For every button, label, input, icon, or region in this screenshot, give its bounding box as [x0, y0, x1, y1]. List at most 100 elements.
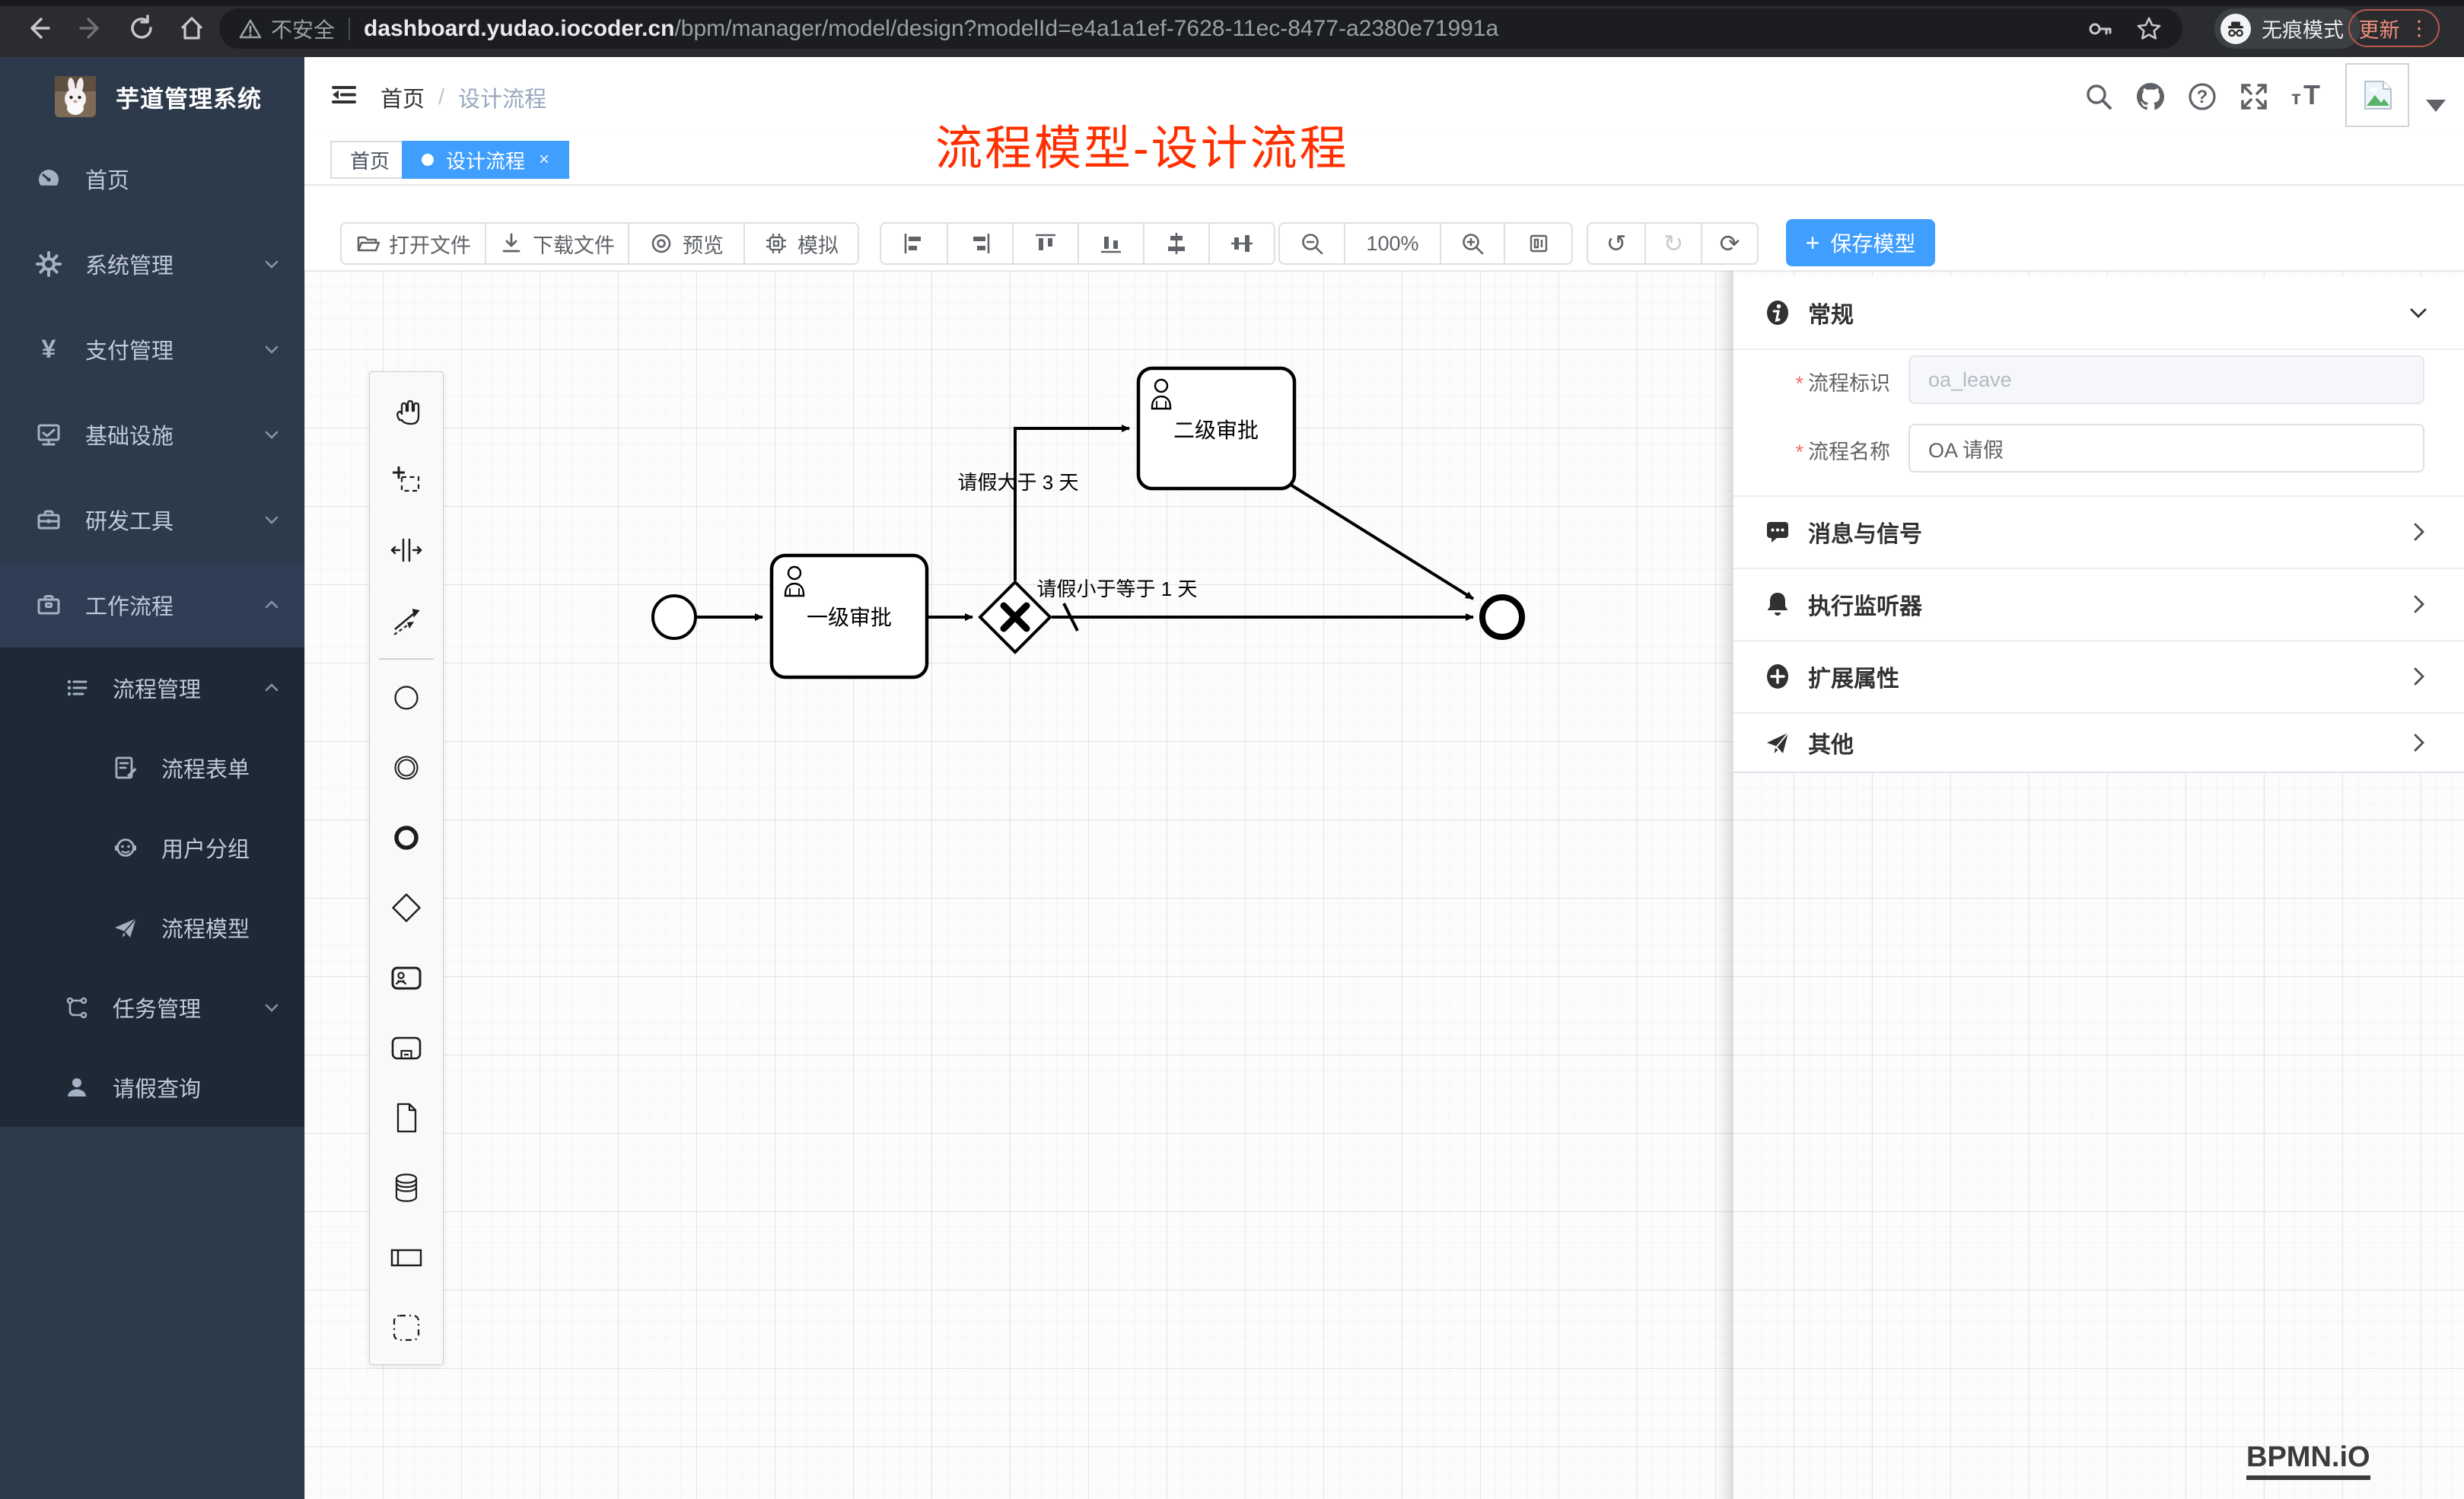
chevron-down-icon	[262, 510, 282, 530]
preview-button[interactable]: 预览	[628, 224, 743, 263]
svg-text:?: ?	[2197, 87, 2208, 107]
chevron-up-icon	[262, 678, 282, 698]
url-bar[interactable]: 不安全 dashboard.yudao.iocoder.cn/bpm/manag…	[219, 8, 2182, 49]
update-button[interactable]: 更新 ⋮	[2348, 9, 2440, 47]
zoom-level-value: 100%	[1366, 232, 1418, 256]
browser-menu-dots-icon[interactable]: ⋮	[2409, 17, 2430, 40]
breadcrumb-home[interactable]: 首页	[380, 81, 425, 113]
align-right-icon[interactable]	[947, 224, 1012, 263]
reload-icon[interactable]	[123, 10, 160, 46]
sidebar-item-process-management[interactable]: 流程管理	[0, 648, 304, 727]
zoom-in-button[interactable]	[1440, 224, 1504, 263]
caret-down-icon[interactable]	[2426, 100, 2446, 112]
zoom-level[interactable]: 100%	[1344, 224, 1440, 263]
zoom-out-button[interactable]	[1280, 224, 1344, 263]
refresh-icon: ⟳	[1720, 231, 1740, 256]
svg-text:¥: ¥	[42, 336, 56, 363]
form-icon	[113, 755, 138, 781]
user-task-level1[interactable]: 一级审批	[772, 555, 927, 677]
tags-view-bar: 首页 设计流程 ×	[304, 134, 2464, 186]
sidebar-item-user-group[interactable]: 用户分组	[0, 807, 304, 887]
sidebar-item-process-model[interactable]: 流程模型	[0, 887, 304, 967]
history-button-group: ↺ ↻ ⟳	[1587, 222, 1759, 265]
star-icon[interactable]	[2135, 15, 2163, 43]
bpmn-io-watermark[interactable]: BPMN.iO	[2246, 1441, 2370, 1480]
section-label: 执行监听器	[1808, 587, 1922, 621]
align-bottom-icon[interactable]	[1078, 224, 1143, 263]
section-other[interactable]: 其他	[1733, 712, 2464, 773]
sidebar-collapse-icon[interactable]	[327, 78, 361, 112]
file-button-group: 打开文件 下载文件 预览 模拟	[340, 222, 859, 265]
sidebar-item-label: 用户分组	[161, 832, 250, 864]
start-event[interactable]	[653, 596, 696, 638]
sidebar-item-process-form[interactable]: 流程表单	[0, 727, 304, 807]
github-icon[interactable]	[2131, 77, 2170, 116]
sidebar-item-task-management[interactable]: 任务管理	[0, 967, 304, 1047]
warning-icon	[239, 18, 262, 40]
forward-icon[interactable]	[73, 10, 110, 46]
align-center-horizontal-icon[interactable]	[1143, 224, 1208, 263]
key-icon[interactable]	[2087, 16, 2112, 42]
process-key-input[interactable]	[1908, 355, 2424, 404]
tag-tab-home[interactable]: 首页	[330, 141, 409, 179]
flow-label-gt3[interactable]: 请假大于 3 天	[958, 471, 1079, 494]
simulate-button[interactable]: 模拟	[743, 224, 858, 263]
security-label[interactable]: 不安全	[271, 14, 335, 44]
flow-gateway-to-task2[interactable]	[1015, 428, 1129, 581]
fullscreen-icon[interactable]	[2234, 77, 2274, 116]
chevron-right-icon	[2408, 665, 2431, 688]
process-name-input[interactable]	[1908, 424, 2424, 473]
flow-label-le1[interactable]: 请假小于等于 1 天	[1037, 578, 1198, 600]
home-icon[interactable]	[173, 10, 210, 46]
section-extended-attributes[interactable]: 扩展属性	[1733, 640, 2464, 712]
align-center-vertical-icon[interactable]	[1208, 224, 1274, 263]
section-general[interactable]: 常规	[1733, 277, 2464, 348]
avatar[interactable]	[2345, 63, 2409, 127]
align-top-icon[interactable]	[1012, 224, 1078, 263]
zoom-reset-button[interactable]	[1504, 224, 1571, 263]
sidebar-item-payment[interactable]: ¥ 支付管理	[0, 307, 304, 392]
back-icon[interactable]	[20, 10, 56, 46]
end-event[interactable]	[1482, 597, 1522, 637]
required-mark: *	[1795, 372, 1803, 395]
chevron-up-icon	[262, 595, 282, 615]
save-model-button[interactable]: + 保存模型	[1786, 219, 1935, 266]
download-file-button[interactable]: 下载文件	[485, 224, 628, 263]
briefcase-icon	[35, 591, 62, 619]
help-icon[interactable]: ?	[2182, 77, 2222, 116]
section-message-signal[interactable]: 消息与信号	[1733, 495, 2464, 568]
undo-button[interactable]: ↺	[1588, 224, 1644, 263]
flow-task2-to-end[interactable]	[1291, 485, 1473, 599]
devtools-icon	[35, 506, 62, 533]
sidebar-item-label: 首页	[85, 163, 129, 195]
sidebar-item-workflow[interactable]: 工作流程	[0, 562, 304, 648]
sidebar-item-devtools[interactable]: 研发工具	[0, 477, 304, 562]
chevron-down-icon	[262, 339, 282, 359]
button-label: 保存模型	[1830, 228, 1915, 258]
sidebar-item-infrastructure[interactable]: 基础设施	[0, 392, 304, 477]
chevron-down-icon	[262, 254, 282, 274]
close-icon[interactable]: ×	[539, 149, 549, 170]
user-task-level2[interactable]: 二级审批	[1138, 368, 1294, 489]
section-label: 常规	[1808, 296, 1854, 329]
message-icon	[1764, 518, 1791, 546]
update-label[interactable]: 更新	[2359, 14, 2400, 43]
sidebar-item-system[interactable]: 系统管理	[0, 221, 304, 307]
tag-tab-design-process[interactable]: 设计流程 ×	[402, 141, 569, 179]
sidebar: 芋道管理系统 首页 系统管理 ¥ 支付管理 基础设施	[0, 57, 304, 1499]
sidebar-item-leave-query[interactable]: 请假查询	[0, 1047, 304, 1127]
sidebar-item-label: 请假查询	[113, 1071, 201, 1103]
redo-button[interactable]: ↻	[1644, 224, 1701, 263]
app-logo-row[interactable]: 芋道管理系统	[0, 57, 304, 136]
breadcrumb-current: 设计流程	[458, 81, 546, 113]
sidebar-item-home[interactable]: 首页	[0, 136, 304, 221]
incognito-badge: 无痕模式	[2214, 8, 2361, 49]
font-size-icon[interactable]: тT	[2286, 77, 2326, 116]
section-execution-listener[interactable]: 执行监听器	[1733, 568, 2464, 640]
open-file-button[interactable]: 打开文件	[342, 224, 485, 263]
search-icon[interactable]	[2079, 77, 2119, 116]
align-left-icon[interactable]	[881, 224, 947, 263]
active-dot-icon	[422, 154, 434, 166]
refresh-button[interactable]: ⟳	[1701, 224, 1757, 263]
chevron-right-icon	[2408, 593, 2431, 616]
